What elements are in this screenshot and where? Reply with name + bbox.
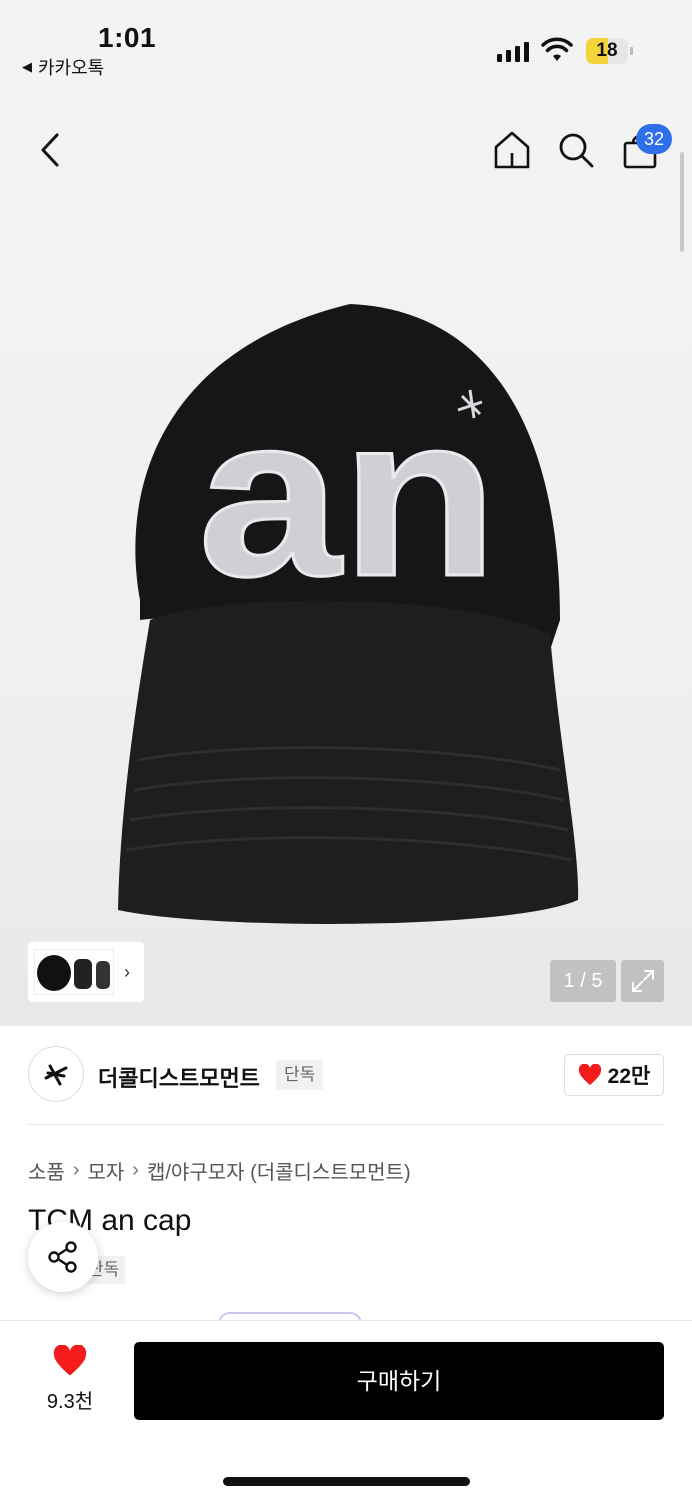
- brand-logo[interactable]: [28, 1046, 84, 1102]
- brand-name[interactable]: 더콜디스트모먼트: [98, 1061, 260, 1093]
- battery-icon: 18: [586, 38, 633, 64]
- search-icon: [559, 133, 594, 168]
- expand-icon: [631, 970, 654, 992]
- battery-level: 18: [596, 40, 618, 61]
- breadcrumb-item[interactable]: 모자: [87, 1156, 124, 1185]
- search-button[interactable]: [554, 128, 598, 172]
- thumbnail-strip[interactable]: ›: [28, 942, 144, 1002]
- thumbnail-image[interactable]: [34, 949, 114, 995]
- share-icon: [48, 1241, 77, 1273]
- breadcrumb: 소품 › 모자 › 캡/야구모자 (더콜디스트모먼트): [28, 1156, 411, 1185]
- page-indicator: 1 / 5: [550, 960, 616, 1002]
- scrollbar[interactable]: [680, 152, 684, 252]
- cart-count-badge: 32: [636, 124, 672, 154]
- home-button[interactable]: [490, 128, 534, 172]
- wishlist-count: 9.3천: [46, 1391, 94, 1413]
- brand-like-button[interactable]: 22만: [564, 1054, 664, 1096]
- back-app-label: 카카오톡: [38, 58, 105, 78]
- wishlist-button[interactable]: 9.3천: [30, 1345, 110, 1414]
- breadcrumb-item[interactable]: 캡/야구모자 (더콜디스트모먼트): [147, 1156, 411, 1185]
- product-gallery[interactable]: 32 an › 1 / 5: [0, 90, 692, 1026]
- exclusive-tag: 단독: [276, 1060, 324, 1090]
- back-button[interactable]: [30, 130, 70, 170]
- product-image[interactable]: an: [90, 290, 610, 930]
- chevron-left-icon: [41, 133, 59, 167]
- status-bar: 1:01 ◀ 카카오톡 18: [0, 0, 692, 90]
- heart-icon: [53, 1345, 87, 1376]
- home-indicator[interactable]: [223, 1477, 470, 1486]
- star-logo-icon: [44, 1064, 68, 1086]
- heart-icon: [578, 1064, 601, 1085]
- wifi-icon: [541, 37, 573, 61]
- brand-row[interactable]: 더콜디스트모먼트 단독 22만: [28, 1046, 664, 1104]
- status-time: 1:01: [98, 22, 157, 53]
- bottom-action-bar: 9.3천 구매하기: [0, 1320, 692, 1500]
- home-icon: [494, 131, 530, 169]
- share-button[interactable]: [28, 1222, 98, 1292]
- expand-button[interactable]: [621, 960, 664, 1002]
- breadcrumb-item[interactable]: 소품: [28, 1156, 65, 1185]
- brand-like-count: 22만: [607, 1065, 651, 1088]
- thumbnail-next-icon[interactable]: ›: [124, 962, 130, 983]
- buy-button[interactable]: 구매하기: [134, 1342, 664, 1420]
- cellular-signal-icon: [497, 40, 529, 62]
- breadcrumb-separator: ›: [72, 1159, 80, 1181]
- breadcrumb-separator: ›: [132, 1159, 139, 1181]
- svg-text:an: an: [198, 367, 498, 624]
- back-to-app-link[interactable]: ◀ 카카오톡: [22, 54, 104, 80]
- divider: [28, 1124, 664, 1125]
- back-triangle-icon: ◀: [22, 59, 32, 74]
